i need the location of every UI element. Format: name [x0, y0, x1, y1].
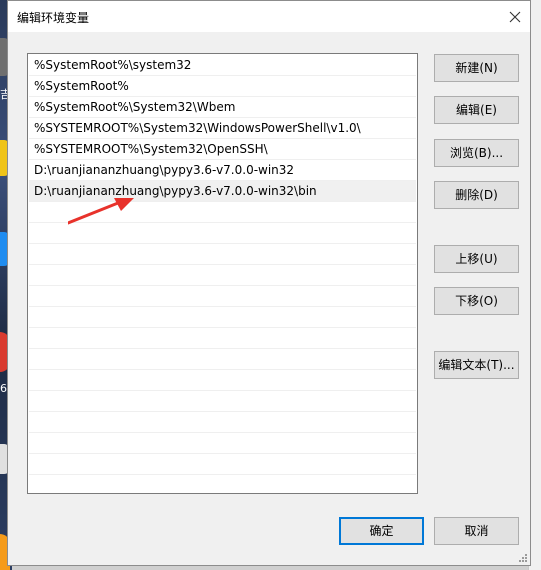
ok-button[interactable]: 确定 — [339, 517, 424, 545]
list-item[interactable]: %SYSTEMROOT%\System32\OpenSSH\ — [29, 139, 416, 160]
list-item[interactable]: %SystemRoot% — [29, 76, 416, 97]
edit-env-variable-dialog: 编辑环境变量 %SystemRoot%\system32 %SystemRoot… — [7, 0, 531, 566]
empty-list-row[interactable] — [29, 475, 416, 493]
cancel-button[interactable]: 取消 — [434, 517, 519, 545]
empty-list-row[interactable] — [29, 244, 416, 265]
empty-list-row[interactable] — [29, 433, 416, 454]
list-item[interactable]: %SystemRoot%\System32\Wbem — [29, 97, 416, 118]
move-down-button[interactable]: 下移(O) — [434, 287, 519, 315]
resize-grip-icon[interactable] — [518, 553, 528, 563]
list-item[interactable]: D:\ruanjiananzhuang\pypy3.6-v7.0.0-win32 — [29, 160, 416, 181]
edit-button[interactable]: 编辑(E) — [434, 96, 519, 124]
empty-list-row[interactable] — [29, 391, 416, 412]
annotation-arrow-icon — [68, 198, 134, 225]
empty-list-row[interactable] — [29, 307, 416, 328]
list-item[interactable]: %SYSTEMROOT%\System32\WindowsPowerShell\… — [29, 118, 416, 139]
empty-list-row[interactable] — [29, 370, 416, 391]
empty-list-row[interactable] — [29, 328, 416, 349]
close-button[interactable] — [500, 1, 530, 32]
desktop-icon-label: 6 — [0, 382, 7, 395]
empty-list-row[interactable] — [29, 349, 416, 370]
empty-list-row[interactable] — [29, 265, 416, 286]
edit-text-button[interactable]: 编辑文本(T)... — [434, 351, 519, 379]
empty-list-row[interactable] — [29, 454, 416, 475]
close-icon — [509, 11, 521, 22]
browse-button[interactable]: 浏览(B)... — [434, 139, 519, 167]
move-up-button[interactable]: 上移(U) — [434, 245, 519, 273]
empty-list-row[interactable] — [29, 286, 416, 307]
new-button[interactable]: 新建(N) — [434, 54, 519, 82]
delete-button[interactable]: 删除(D) — [434, 181, 519, 209]
empty-list-row[interactable] — [29, 412, 416, 433]
path-list[interactable]: %SystemRoot%\system32 %SystemRoot% %Syst… — [27, 53, 418, 494]
dialog-title: 编辑环境变量 — [17, 11, 90, 25]
title-bar: 编辑环境变量 — [8, 1, 530, 32]
list-item[interactable]: %SystemRoot%\system32 — [29, 55, 416, 76]
